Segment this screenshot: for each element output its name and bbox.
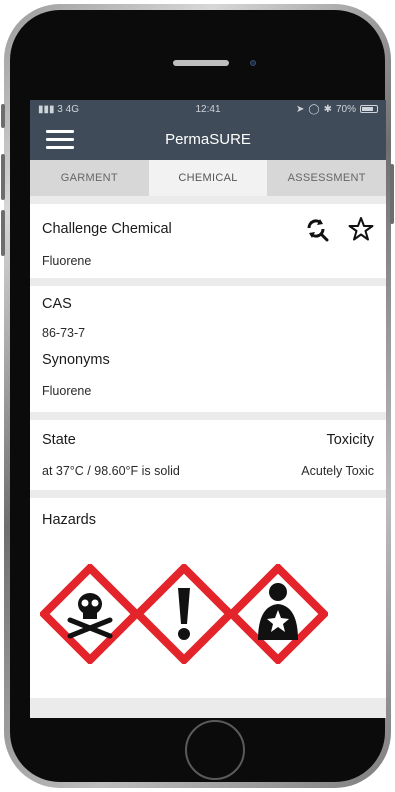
front-camera	[250, 60, 256, 66]
chemical-name: Fluorene	[42, 254, 92, 268]
phone-frame: ▮▮▮ 3 4G 12:41 ➤ ◯ ✱ 70% PermaSURE GARME…	[1, 4, 394, 788]
state-value: at 37°C / 98.60°F is solid	[42, 464, 180, 478]
exclamation-mark-icon	[134, 564, 234, 664]
challenge-chemical-card: Challenge Chemical Fluorene	[30, 204, 386, 278]
battery-icon	[360, 105, 378, 113]
search-refresh-icon[interactable]	[304, 216, 330, 242]
toxicity-value: Acutely Toxic	[301, 464, 374, 478]
hazards-label: Hazards	[42, 512, 96, 528]
state-label: State	[42, 432, 76, 448]
star-icon[interactable]	[348, 216, 374, 242]
tab-bar: GARMENT CHEMICAL ASSESSMENT	[30, 160, 386, 196]
earpiece-speaker	[173, 60, 229, 66]
hazards-card: Hazards	[30, 498, 386, 698]
phone-bezel: ▮▮▮ 3 4G 12:41 ➤ ◯ ✱ 70% PermaSURE GARME…	[10, 10, 386, 782]
properties-card: State Toxicity at 37°C / 98.60°F is soli…	[30, 420, 386, 490]
status-bar: ▮▮▮ 3 4G 12:41 ➤ ◯ ✱ 70%	[30, 100, 386, 118]
identifiers-card: CAS 86-73-7 Synonyms Fluorene	[30, 286, 386, 412]
hamburger-menu-icon[interactable]	[46, 130, 74, 150]
app-header: PermaSURE	[30, 118, 386, 160]
tab-chemical[interactable]: CHEMICAL	[148, 160, 268, 196]
cas-label: CAS	[42, 296, 72, 312]
synonyms-value: Fluorene	[42, 384, 92, 398]
cas-value: 86-73-7	[42, 326, 86, 340]
app-title: PermaSURE	[165, 130, 251, 148]
skull-crossbones-icon	[40, 564, 140, 664]
tab-assessment[interactable]: ASSESSMENT	[267, 160, 386, 196]
mute-switch	[1, 104, 5, 128]
volume-up-button	[1, 154, 5, 200]
power-button	[390, 164, 394, 224]
home-button[interactable]	[185, 720, 245, 780]
tab-garment[interactable]: GARMENT	[30, 160, 149, 196]
challenge-chemical-label: Challenge Chemical	[42, 221, 172, 237]
volume-down-button	[1, 210, 5, 256]
toxicity-label: Toxicity	[326, 432, 374, 448]
synonyms-label: Synonyms	[42, 352, 110, 368]
app-screen: ▮▮▮ 3 4G 12:41 ➤ ◯ ✱ 70% PermaSURE GARME…	[30, 100, 386, 718]
status-time: 12:41	[195, 103, 221, 115]
health-hazard-icon	[228, 564, 328, 664]
